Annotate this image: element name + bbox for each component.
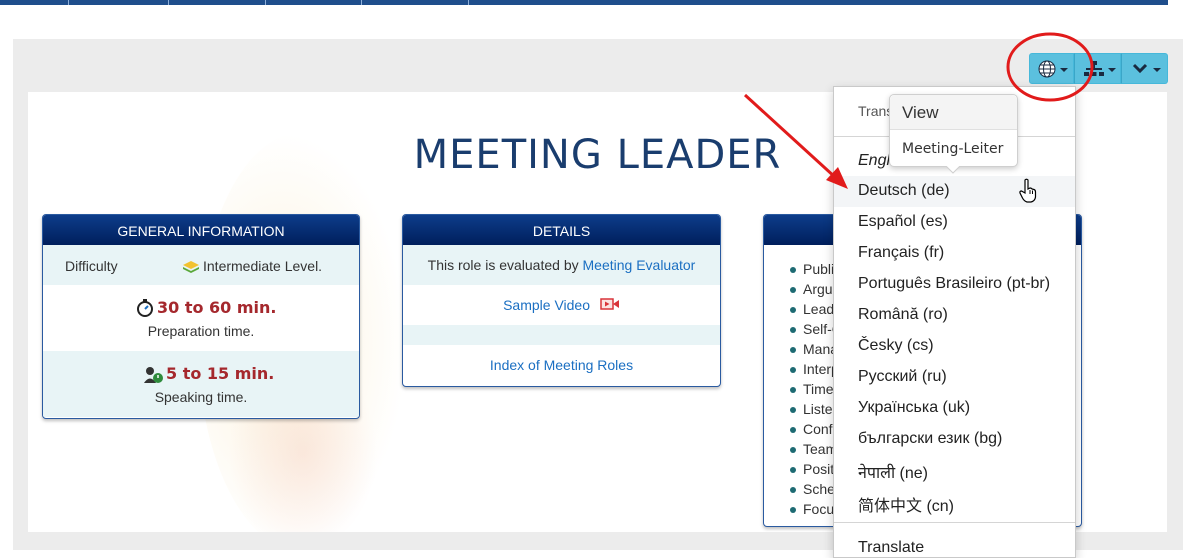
annotation-arrow-shaft [743, 93, 838, 180]
highlight-circle [1006, 32, 1094, 102]
annotation-layer [743, 32, 1094, 189]
